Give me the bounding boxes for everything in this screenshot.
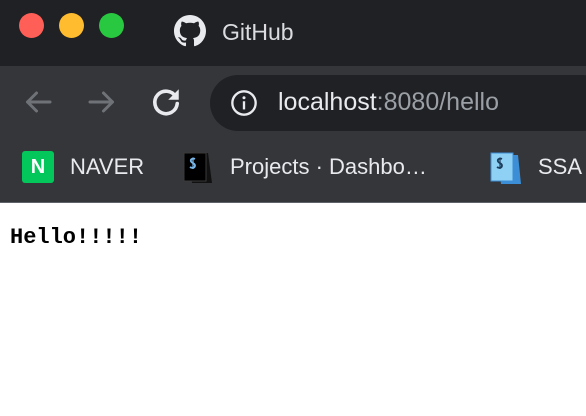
bookmark-label: SSA [538,154,583,179]
naver-icon: N [22,151,54,183]
browser-toolbar: localhost:8080/hello [0,66,586,139]
github-icon [174,15,206,47]
page-body-text: Hello!!!!! [10,225,143,250]
bookmark-label: Projects · Dashbo… [230,154,427,179]
bookmarks-bar: N NAVER Projects · Dashbo… SSA [0,139,586,203]
projects-icon [183,152,212,183]
info-icon[interactable] [230,89,258,117]
url-path: :8080/hello [376,88,499,116]
tab-github[interactable]: GitHub [160,0,586,66]
page-content: Hello!!!!! [0,203,586,416]
back-arrow-icon[interactable] [20,84,56,120]
browser-window: GitHub localhost:8080/hello N NAVER Proj… [0,0,586,416]
zoom-window-button[interactable] [99,13,124,38]
bookmark-label: NAVER [70,154,145,179]
url-host: localhost [278,88,377,116]
reload-icon[interactable] [148,84,184,120]
url-text: localhost:8080/hello [278,86,499,118]
tab-bar: GitHub [0,0,586,66]
address-bar[interactable]: localhost:8080/hello [210,75,586,131]
tab-title: GitHub [222,19,294,45]
naver-icon-letter: N [30,156,46,178]
minimize-window-button[interactable] [59,13,84,38]
ssa-icon [490,152,521,184]
forward-arrow-icon[interactable] [84,84,120,120]
close-window-button[interactable] [19,13,44,38]
